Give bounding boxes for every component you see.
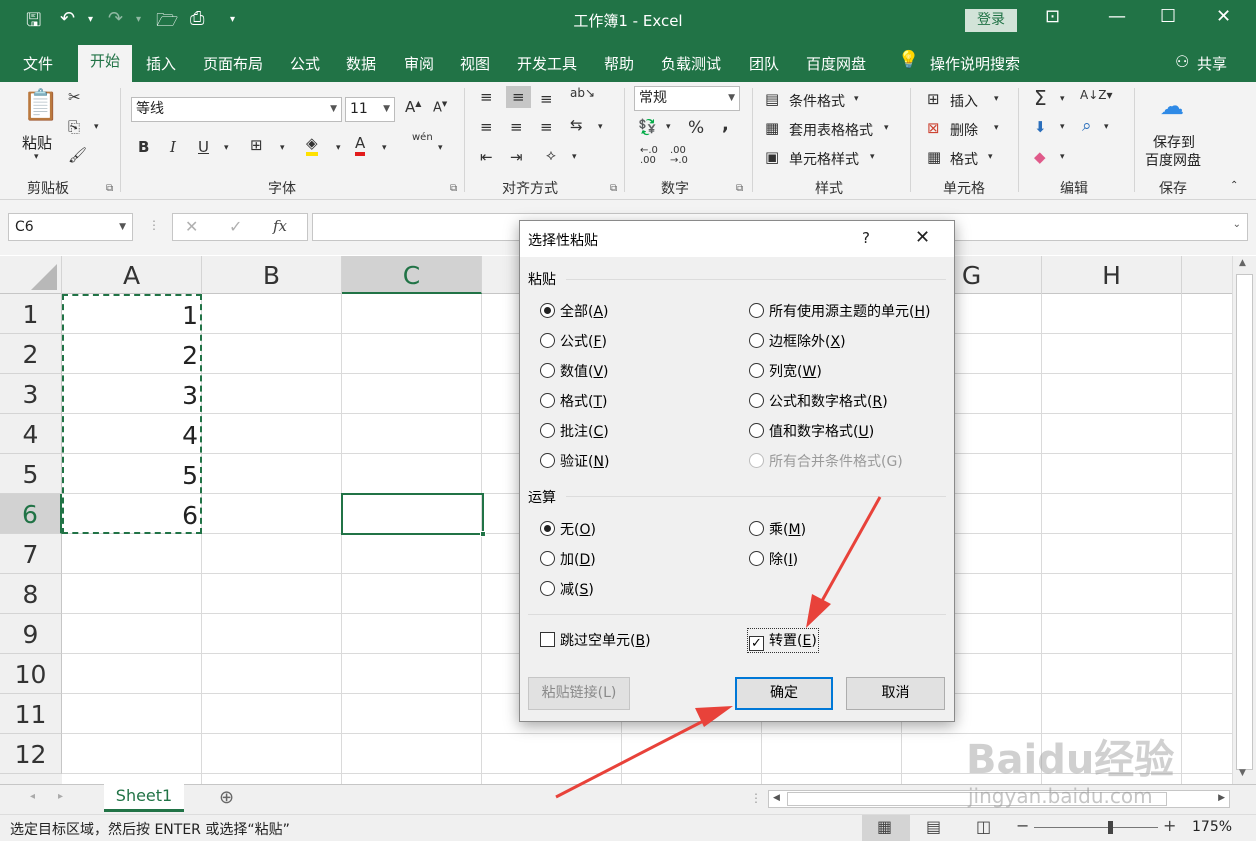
watermark-url: jingyan.baidu.com [968,784,1153,808]
watermark-logo: Baidu经验 [966,737,1175,783]
arrow-to-transpose [806,496,882,628]
annotation-arrows [555,496,882,799]
arrow-to-ok [555,706,733,799]
